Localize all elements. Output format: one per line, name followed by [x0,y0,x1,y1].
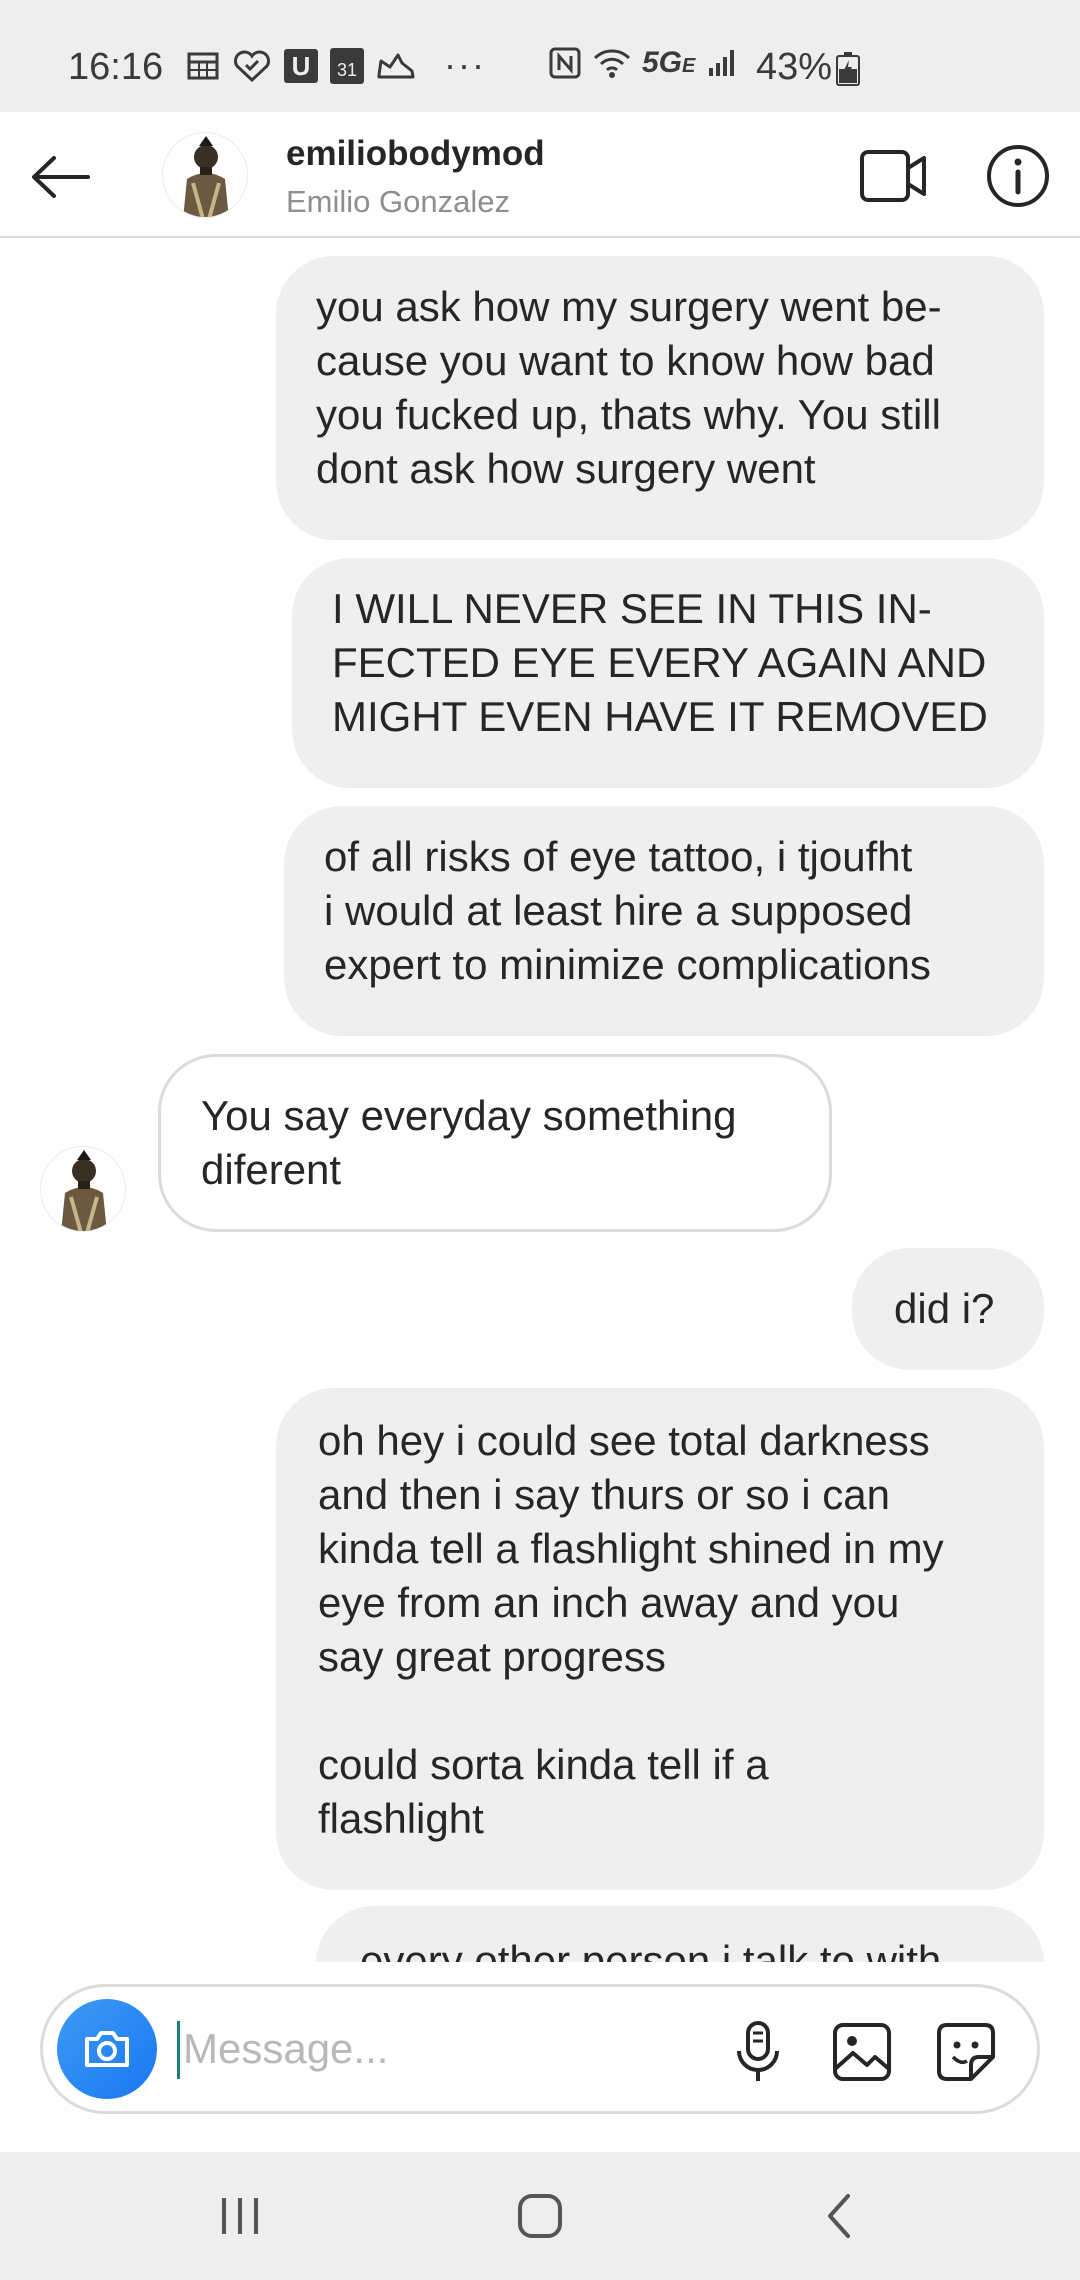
nfc-icon [549,47,581,79]
notification-icons: U 31 [186,48,416,84]
iheart-icon [234,50,270,83]
battery-icon [836,52,860,86]
calendar-31-icon: 31 [330,48,364,84]
shoe-icon [377,53,415,79]
header-username[interactable]: emiliobodymod [286,134,545,174]
message-bubble-outgoing[interactable]: you ask how my surgery went be- cause yo… [276,256,1044,540]
status-overflow-dots: ··· [444,44,486,85]
message-bubble-outgoing[interactable]: oh hey i could see total darkness and th… [276,1388,1044,1890]
system-navigation-bar [0,2152,1080,2280]
wifi-icon [593,49,631,78]
text-caret [177,2021,180,2079]
camera-icon [85,2031,129,2067]
message-bubble-outgoing[interactable]: I WILL NEVER SEE IN THIS IN- FECTED EYE … [292,558,1044,788]
avatar[interactable] [162,132,248,218]
battery-percent: 43% [756,46,833,88]
composer-bar [0,1962,1080,2152]
back-icon[interactable] [810,2186,870,2246]
conversation-header: emiliobodymod Emilio Gonzalez [0,112,1080,238]
status-bar: 16:16 U 31 ··· 5GE 43% [0,0,1080,112]
gallery-icon[interactable] [827,2017,897,2087]
back-arrow-icon[interactable] [26,142,96,212]
status-time: 16:16 [68,46,164,88]
calendar-grid-icon [187,52,219,80]
status-indicators: 5GE [548,46,739,80]
profile-figure-icon [61,1150,107,1231]
message-input[interactable] [183,2017,743,2081]
message-bubble-outgoing[interactable]: did i? [852,1248,1044,1370]
sender-avatar[interactable] [40,1146,126,1232]
microphone-icon[interactable] [723,2017,793,2087]
network-type: 5GE [642,46,696,79]
sticker-icon[interactable] [931,2017,1001,2087]
u-app-icon: U [284,49,318,83]
home-icon[interactable] [510,2186,570,2246]
message-thread[interactable]: you ask how my surgery went be- cause yo… [0,240,1080,1962]
message-bubble-outgoing[interactable]: of all risks of eye tattoo, i tjoufht i … [284,806,1044,1036]
header-full-name: Emilio Gonzalez [286,184,510,219]
signal-icon [709,50,735,76]
profile-figure-icon [183,136,229,217]
camera-button[interactable] [57,1999,157,2099]
info-icon[interactable] [984,142,1052,210]
message-composer [40,1984,1040,2114]
recent-apps-icon[interactable] [210,2186,270,2246]
message-bubble-outgoing[interactable]: every other person i talk to with [316,1906,1044,1962]
message-bubble-incoming[interactable]: You say everyday something diferent [158,1054,832,1232]
video-camera-icon[interactable] [858,142,930,210]
